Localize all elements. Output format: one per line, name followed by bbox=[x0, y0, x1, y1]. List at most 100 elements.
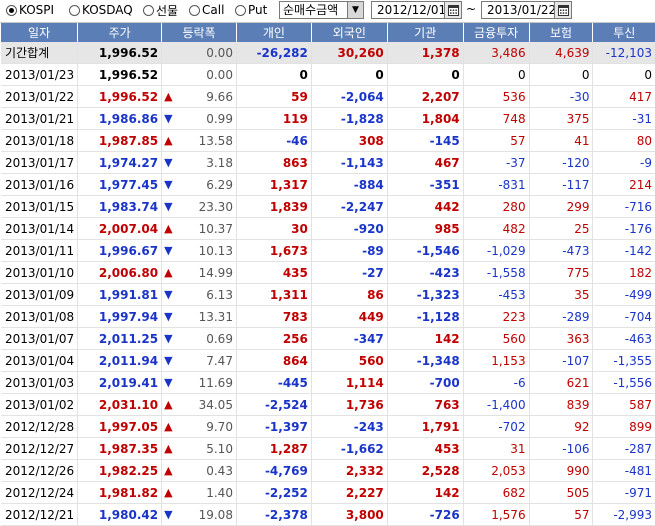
arrow-down-icon: ▼ bbox=[164, 244, 173, 257]
table-row[interactable]: 2013/01/08 1,997.94 ▼ 13.31 783 449 -1,128 223-… bbox=[1, 305, 655, 328]
cell-individual: -2,524 bbox=[235, 393, 312, 416]
col-header-price[interactable]: 주가 bbox=[77, 23, 162, 42]
col-header-institution[interactable]: 기관 bbox=[386, 23, 464, 42]
cell-date: 2013/01/14 bbox=[1, 217, 78, 240]
change-value: 0.43 bbox=[206, 463, 233, 478]
cell-institution: 142 bbox=[386, 481, 464, 504]
arrow-up-icon: ▲ bbox=[164, 222, 173, 235]
table-row[interactable]: 2012/12/28 1,997.05 ▲ 9.70 -1,397 -243 1,791 -7… bbox=[1, 415, 655, 438]
radio-dot bbox=[143, 4, 154, 16]
table-row[interactable]: 2013/01/11 1,996.67 ▼ 10.13 1,673 -89 -1,546 -1… bbox=[1, 239, 655, 262]
arrow-down-icon: ▼ bbox=[164, 178, 173, 191]
cell-foreign: 1,114 bbox=[310, 371, 388, 394]
col-header-individual[interactable]: 개인 bbox=[235, 23, 312, 42]
col-header-insurance[interactable]: 보험 bbox=[528, 23, 593, 42]
cell-change: ▲ 9.66 bbox=[161, 85, 237, 108]
table-row[interactable]: 2013/01/15 1,983.74 ▼ 23.30 1,839 -2,247 442 28… bbox=[1, 195, 655, 218]
arrow-up-icon: ▲ bbox=[164, 134, 173, 147]
change-value: 1.40 bbox=[206, 485, 233, 500]
cell-institution: 1,804 bbox=[386, 107, 464, 130]
table-row[interactable]: 2013/01/22 1,996.52 ▲ 9.66 59 -2,064 2,207 536-… bbox=[1, 85, 655, 108]
date-to-value: 2013/01/22 bbox=[487, 3, 557, 17]
cell-financial-investment: -702 bbox=[462, 415, 530, 438]
cell-date: 2013/01/02 bbox=[1, 393, 78, 416]
radio-kosdaq[interactable]: KOSDAQ bbox=[69, 2, 133, 18]
cell-individual: 1,839 bbox=[235, 195, 312, 218]
amount-type-select[interactable]: 순매수금액 ▼ bbox=[279, 1, 364, 19]
table-row[interactable]: 2013/01/10 2,006.80 ▲ 14.99 435 -27 -423 -1,558… bbox=[1, 261, 655, 284]
cell-price: 1,974.27 bbox=[77, 151, 162, 174]
col-header-change[interactable]: 등락폭 bbox=[161, 23, 237, 42]
cell-individual: 119 bbox=[235, 107, 312, 130]
cell-financial-investment: 1,576 bbox=[462, 503, 530, 526]
change-value: 0.69 bbox=[206, 331, 233, 346]
table-row[interactable]: 2012/12/26 1,982.25 ▲ 0.43 -4,769 2,332 2,528 2… bbox=[1, 459, 655, 482]
cell-investment-trust: -1,556 bbox=[592, 371, 655, 394]
cell-individual: -1,397 bbox=[235, 415, 312, 438]
cell-investment-trust: 899 bbox=[592, 415, 655, 438]
radio-dot bbox=[69, 4, 80, 16]
table-row[interactable]: 2013/01/04 2,011.94 ▼ 7.47 864 560 -1,348 1,153… bbox=[1, 349, 655, 372]
cell-change: ▼ 3.18 bbox=[161, 151, 237, 174]
cell-foreign: -2,247 bbox=[310, 195, 388, 218]
table-row[interactable]: 2013/01/17 1,974.27 ▼ 3.18 863 -1,143 467 -37 -1… bbox=[1, 151, 655, 174]
date-from-input[interactable]: 2012/12/01 bbox=[371, 1, 462, 19]
radio-futures[interactable]: 선물 bbox=[143, 2, 178, 18]
change-value: 13.31 bbox=[198, 309, 233, 324]
cell-price: 2,019.41 bbox=[77, 371, 162, 394]
radio-call[interactable]: Call bbox=[189, 2, 224, 18]
cell-change: ▼ 7.47 bbox=[161, 349, 237, 372]
radio-kospi[interactable]: KOSPI bbox=[6, 2, 54, 18]
date-to-input[interactable]: 2013/01/22 bbox=[481, 1, 572, 19]
arrow-up-icon: ▲ bbox=[164, 464, 173, 477]
table-row[interactable]: 2013/01/14 2,007.04 ▲ 10.37 30 -920 985 482 25 -1… bbox=[1, 217, 655, 240]
cell-insurance: -30 bbox=[528, 85, 593, 108]
arrow-down-icon: ▼ bbox=[164, 288, 173, 301]
calendar-icon[interactable] bbox=[554, 2, 571, 18]
arrow-up-icon: ▲ bbox=[164, 90, 173, 103]
cell-financial-investment: -453 bbox=[462, 283, 530, 306]
table-row[interactable]: 2013/01/07 2,011.25 ▼ 0.69 256 -347 142 560 363-… bbox=[1, 327, 655, 350]
cell-price: 2,007.04 bbox=[77, 217, 162, 240]
cell-individual: -2,252 bbox=[235, 481, 312, 504]
radio-put[interactable]: Put bbox=[235, 2, 267, 18]
cell-financial-investment: 57 bbox=[462, 129, 530, 152]
cell-institution: -1,128 bbox=[386, 305, 464, 328]
cell-change: ▲ 9.70 bbox=[161, 415, 237, 438]
arrow-up-icon: ▲ bbox=[164, 442, 173, 455]
table-row[interactable]: 2013/01/18 1,987.85 ▲ 13.58 -46 308 -145 57 41 80 bbox=[1, 129, 655, 152]
summary-row[interactable]: 기간합계 1,996.52 0.00 -26,282 30,260 1,378 3,486 4… bbox=[1, 42, 655, 64]
table-row[interactable]: 2012/12/27 1,987.35 ▲ 5.10 1,287 -1,662 453 31-… bbox=[1, 437, 655, 460]
table-row[interactable]: 2013/01/03 2,019.41 ▼ 11.69 -445 1,114 -700 -6 6… bbox=[1, 371, 655, 394]
table-row[interactable]: 2013/01/16 1,977.45 ▼ 6.29 1,317 -884 -351 -831… bbox=[1, 173, 655, 196]
col-header-foreign[interactable]: 외국인 bbox=[310, 23, 388, 42]
table-row[interactable]: 2013/01/21 1,986.86 ▼ 0.99 119 -1,828 1,804 748… bbox=[1, 107, 655, 130]
chevron-down-icon[interactable]: ▼ bbox=[347, 2, 363, 18]
cell-institution: 985 bbox=[386, 217, 464, 240]
cell-date: 2013/01/08 bbox=[1, 305, 78, 328]
cell-insurance: 505 bbox=[528, 481, 593, 504]
table-row[interactable]: 2013/01/02 2,031.10 ▲ 34.05 -2,524 1,736 763 -1… bbox=[1, 393, 655, 416]
cell-individual: -445 bbox=[235, 371, 312, 394]
arrow-down-icon: ▼ bbox=[164, 354, 173, 367]
table-row[interactable]: 2012/12/21 1,980.42 ▼ 19.08 -2,378 3,800 -726 1… bbox=[1, 503, 655, 526]
table-row[interactable]: 2013/01/09 1,991.81 ▼ 6.13 1,311 86 -1,323 -453… bbox=[1, 283, 655, 306]
cell-foreign: 0 bbox=[310, 63, 388, 86]
col-header-financial-investment[interactable]: 금융투자 bbox=[462, 23, 530, 42]
cell-price: 1,996.52 bbox=[77, 42, 162, 64]
cell-insurance: -107 bbox=[528, 349, 593, 372]
cell-insurance: 41 bbox=[528, 129, 593, 152]
table-row[interactable]: 2013/01/23 1,996.52 0.00 0 0 0 0 0 0 bbox=[1, 63, 655, 86]
cell-financial-investment: 280 bbox=[462, 195, 530, 218]
cell-date: 기간합계 bbox=[1, 42, 78, 64]
arrow-up-icon: ▲ bbox=[164, 486, 173, 499]
arrow-down-icon: ▼ bbox=[164, 332, 173, 345]
cell-price: 1,996.52 bbox=[77, 63, 162, 86]
cell-individual: 1,311 bbox=[235, 283, 312, 306]
col-header-date[interactable]: 일자 bbox=[1, 23, 78, 42]
calendar-icon[interactable] bbox=[444, 2, 461, 18]
table-row[interactable]: 2012/12/24 1,981.82 ▲ 1.40 -2,252 2,227 142 682… bbox=[1, 481, 655, 504]
cell-financial-investment: 0 bbox=[462, 63, 530, 86]
col-header-investment-trust[interactable]: 투신 bbox=[592, 23, 655, 42]
cell-investment-trust: 182 bbox=[592, 261, 655, 284]
